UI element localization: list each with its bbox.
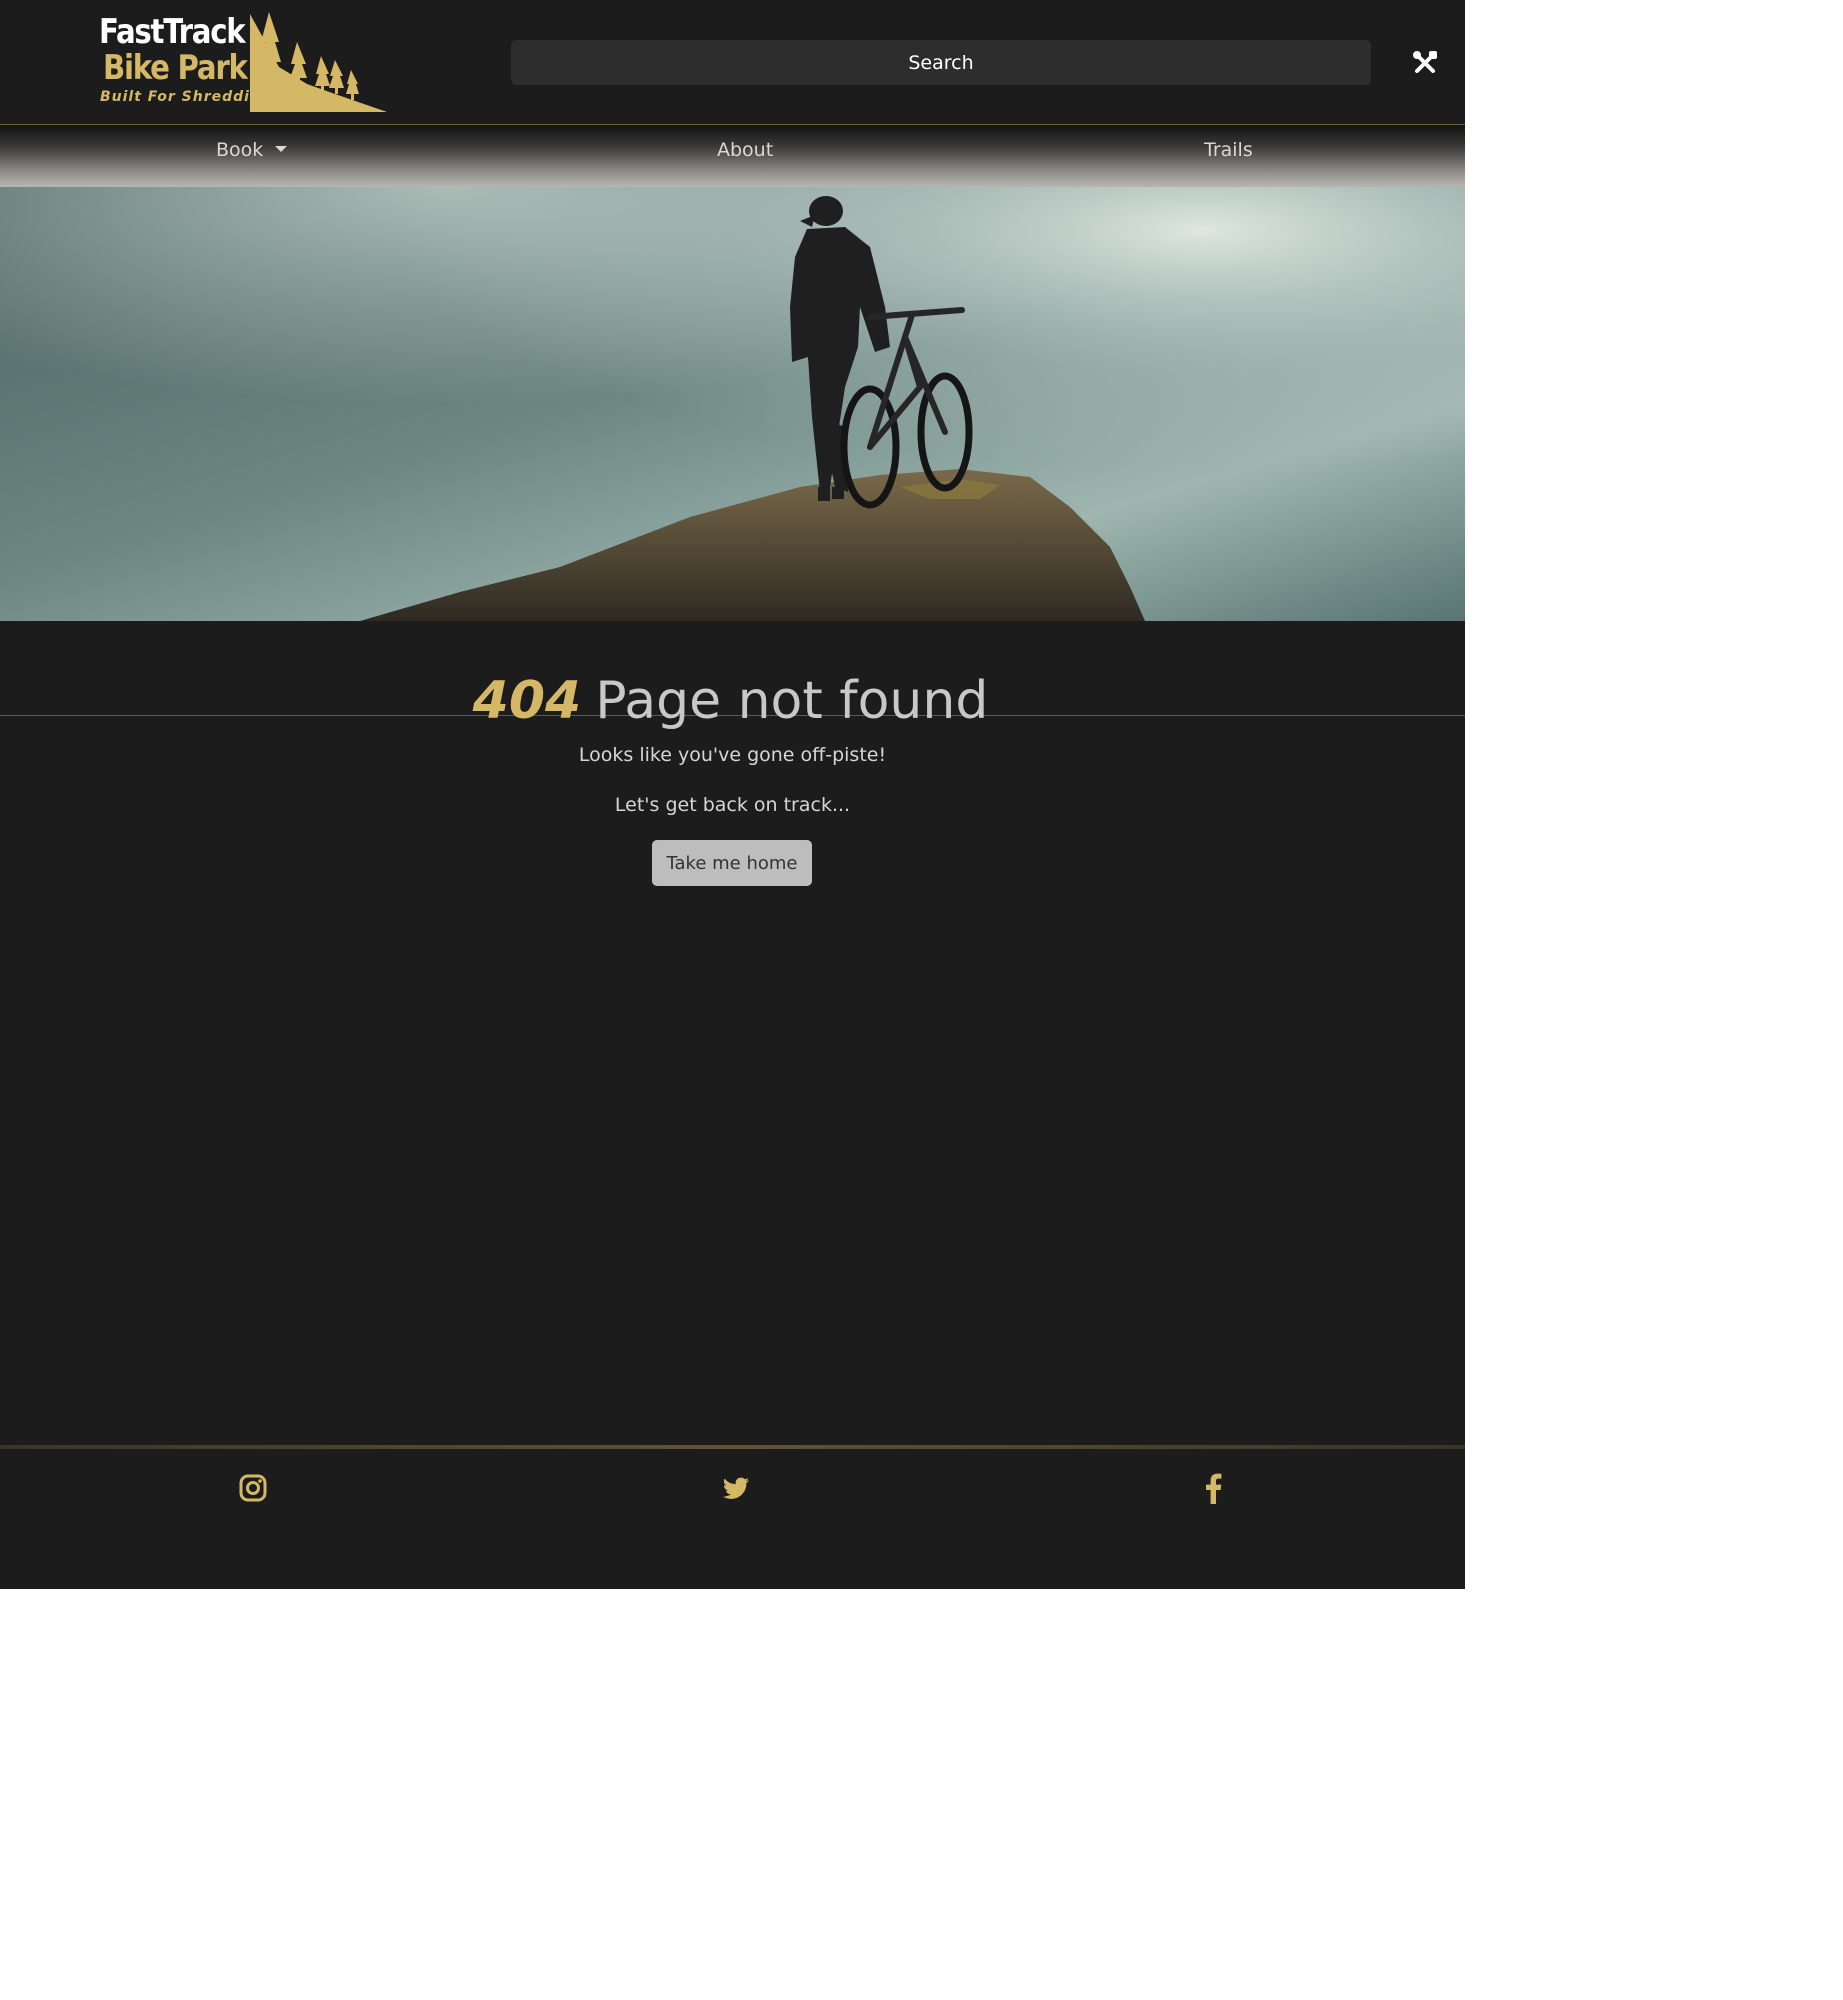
hero-image	[0, 187, 1465, 621]
nav-item-book[interactable]: Book	[216, 137, 288, 163]
footer-divider	[0, 1445, 1465, 1449]
site-header: FastTrack Bike Park Built For Shredding	[0, 0, 1465, 125]
page: FastTrack Bike Park Built For Shredding	[0, 0, 1465, 1589]
logo-line-2: Bike Park	[103, 48, 248, 88]
search-input[interactable]	[511, 40, 1371, 85]
instagram-icon[interactable]	[237, 1472, 269, 1504]
page-title: 404 Page not found	[0, 668, 1465, 734]
facebook-icon[interactable]	[1198, 1472, 1230, 1504]
nav-item-about[interactable]: About	[717, 137, 773, 163]
error-code: 404	[472, 671, 582, 731]
logo-line-1: FastTrack	[99, 12, 246, 52]
wrench-screwdriver-icon[interactable]	[1412, 50, 1438, 76]
mountain-trees-icon	[250, 12, 387, 112]
nav-item-trails[interactable]: Trails	[1204, 137, 1253, 163]
error-message: Looks like you've gone off-piste!	[578, 744, 887, 766]
twitter-icon[interactable]	[720, 1472, 752, 1504]
brand-logo[interactable]: FastTrack Bike Park Built For Shredding	[97, 12, 387, 112]
error-title: Page not found	[595, 671, 989, 731]
error-submessage: Let's get back on track...	[614, 794, 851, 816]
main-nav: Book About Trails	[0, 125, 1465, 187]
nav-item-label: Book	[216, 139, 264, 161]
caret-down-icon	[275, 146, 288, 152]
take-me-home-button[interactable]: Take me home	[652, 840, 812, 886]
